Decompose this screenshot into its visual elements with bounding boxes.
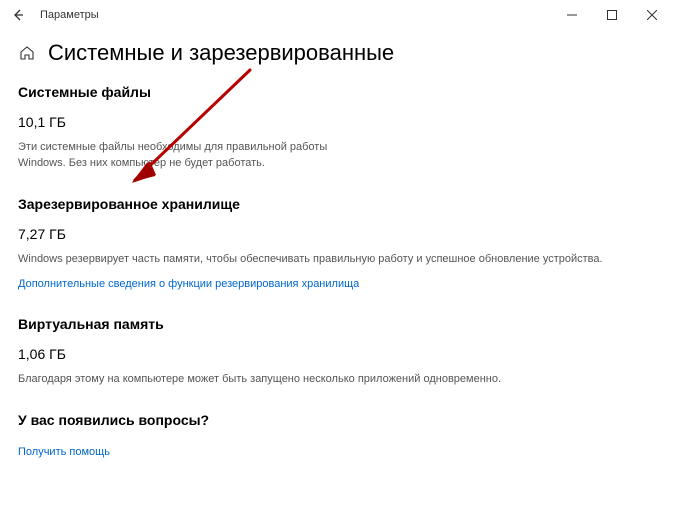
get-help-link[interactable]: Получить помощь [18, 446, 110, 458]
section-heading: Виртуальная память [18, 316, 662, 332]
home-icon [19, 45, 35, 61]
back-button[interactable] [8, 5, 28, 25]
section-value: 1,06 ГБ [18, 346, 662, 362]
page-title: Системные и зарезервированные [48, 40, 394, 66]
section-heading: Зарезервированное хранилище [18, 196, 662, 212]
close-icon [647, 10, 657, 20]
content: Системные файлы 10,1 ГБ Эти системные фа… [0, 84, 680, 460]
maximize-button[interactable] [592, 1, 632, 29]
section-system-files: Системные файлы 10,1 ГБ Эти системные фа… [18, 84, 662, 172]
section-description: Благодаря этому на компьютере может быть… [18, 372, 662, 388]
section-value: 10,1 ГБ [18, 114, 662, 130]
section-value: 7,27 ГБ [18, 226, 662, 242]
minimize-icon [567, 10, 577, 20]
section-reserved-storage: Зарезервированное хранилище 7,27 ГБ Wind… [18, 196, 662, 292]
titlebar: Параметры [0, 0, 680, 30]
section-help: У вас появились вопросы? Получить помощь [18, 412, 662, 460]
section-description: Эти системные файлы необходимы для прави… [18, 140, 328, 172]
arrow-left-icon [11, 8, 25, 22]
maximize-icon [607, 10, 617, 20]
section-description: Windows резервирует часть памяти, чтобы … [18, 252, 662, 268]
section-heading: Системные файлы [18, 84, 662, 100]
minimize-button[interactable] [552, 1, 592, 29]
section-virtual-memory: Виртуальная память 1,06 ГБ Благодаря это… [18, 316, 662, 388]
section-heading: У вас появились вопросы? [18, 412, 662, 428]
page-header: Системные и зарезервированные [0, 30, 680, 84]
titlebar-left: Параметры [8, 5, 99, 25]
close-button[interactable] [632, 1, 672, 29]
home-button[interactable] [18, 44, 36, 62]
window-controls [552, 1, 672, 29]
reserved-storage-learn-more-link[interactable]: Дополнительные сведения о функции резерв… [18, 278, 359, 290]
window-title: Параметры [40, 9, 99, 21]
